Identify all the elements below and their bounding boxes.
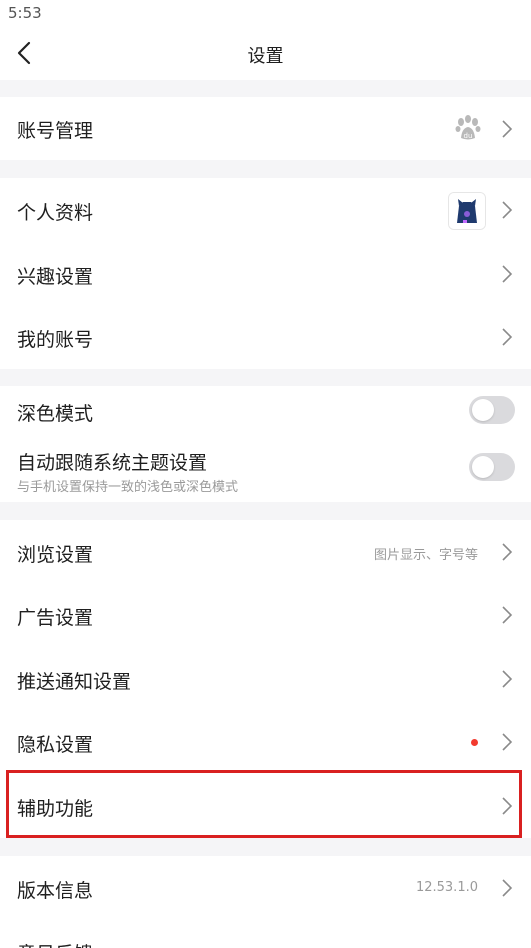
chevron-right-icon — [500, 118, 514, 140]
chevron-right-icon — [500, 668, 514, 690]
row-privacy[interactable]: 隐私设置 — [0, 710, 531, 774]
row-label: 自动跟随系统主题设置 — [17, 452, 208, 474]
status-bar: 5:53 — [0, 0, 531, 28]
svg-text:du: du — [464, 132, 473, 140]
chevron-right-icon — [500, 263, 514, 285]
toggle-knob — [472, 456, 494, 478]
chevron-right-icon — [500, 199, 514, 221]
row-auto-theme: 自动跟随系统主题设置 与手机设置保持一致的浅色或深色模式 — [0, 436, 531, 502]
row-label: 浏览设置 — [17, 544, 94, 566]
row-label: 深色模式 — [17, 403, 94, 425]
auto-theme-toggle[interactable] — [469, 453, 515, 481]
row-interests[interactable]: 兴趣设置 — [0, 242, 531, 305]
page-title: 设置 — [247, 46, 284, 67]
row-label: 意见反馈 — [17, 939, 93, 948]
row-label: 版本信息 — [17, 880, 94, 902]
row-my-account[interactable]: 我的账号 — [0, 305, 531, 369]
row-label: 广告设置 — [17, 607, 94, 629]
row-sublabel: 与手机设置保持一致的浅色或深色模式 — [17, 480, 239, 495]
row-label: 我的账号 — [17, 329, 94, 351]
row-dark-mode: 深色模式 — [0, 386, 531, 436]
baidu-paw-icon: du — [453, 113, 483, 143]
row-label: 兴趣设置 — [17, 266, 94, 288]
row-accessibility[interactable]: 辅助功能 — [0, 774, 531, 838]
chevron-right-icon — [500, 541, 514, 563]
row-feedback[interactable]: 意见反馈 — [0, 919, 531, 948]
chevron-right-icon — [500, 795, 514, 817]
row-version[interactable]: 版本信息 12.53.1.0 — [0, 856, 531, 919]
chevron-right-icon — [500, 604, 514, 626]
notification-dot — [471, 739, 478, 746]
row-label: 辅助功能 — [17, 798, 94, 820]
status-time: 5:53 — [8, 4, 42, 22]
row-label: 账号管理 — [17, 120, 94, 142]
avatar — [448, 192, 486, 230]
chevron-right-icon — [500, 731, 514, 753]
row-label: 个人资料 — [17, 202, 94, 224]
row-value: 图片显示、字号等 — [373, 548, 478, 563]
version-value: 12.53.1.0 — [415, 880, 478, 895]
row-label: 推送通知设置 — [17, 671, 132, 693]
row-account-management[interactable]: 账号管理 du — [0, 97, 531, 160]
header: 设置 — [0, 28, 531, 80]
row-ads[interactable]: 广告设置 — [0, 583, 531, 647]
row-browse[interactable]: 浏览设置 图片显示、字号等 — [0, 520, 531, 583]
chevron-right-icon — [500, 877, 514, 899]
chevron-right-icon — [500, 326, 514, 348]
row-label: 隐私设置 — [17, 734, 94, 756]
row-push[interactable]: 推送通知设置 — [0, 647, 531, 710]
toggle-knob — [472, 399, 494, 421]
dark-mode-toggle[interactable] — [469, 396, 515, 424]
